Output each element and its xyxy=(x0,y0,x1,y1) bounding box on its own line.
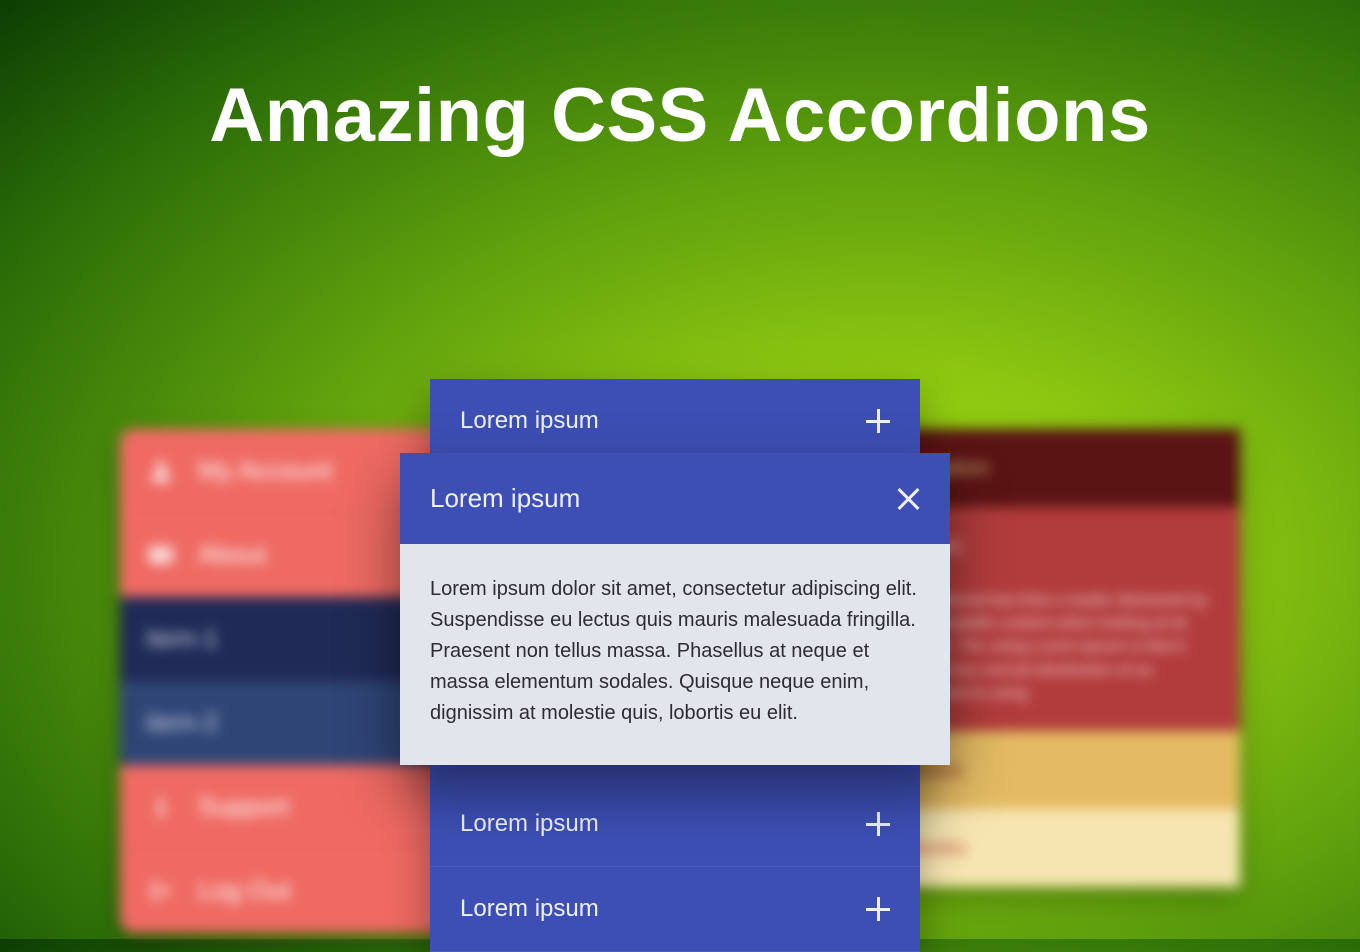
accordion-item-label: Lorem ipsum xyxy=(460,407,599,435)
info-icon xyxy=(146,794,176,820)
plus-icon xyxy=(866,812,890,836)
accordion-item[interactable]: Lorem ipsum xyxy=(430,782,920,867)
logout-icon xyxy=(146,877,176,905)
card-icon xyxy=(146,541,176,569)
accordion-item-label: Lorem ipsum xyxy=(460,810,599,838)
sidebar-item-label: Support xyxy=(198,791,289,822)
accordion-item[interactable]: Lorem ipsum xyxy=(430,867,920,952)
accordion-open-header[interactable]: Lorem ipsum xyxy=(400,453,950,544)
close-icon[interactable] xyxy=(896,487,920,511)
sidebar-item-label: item-2 xyxy=(146,707,218,738)
sidebar-item-label: Log Out xyxy=(198,875,291,906)
plus-icon xyxy=(866,897,890,921)
sidebar-item-label: About xyxy=(198,539,266,570)
user-icon xyxy=(146,457,176,485)
accordion-item[interactable]: Lorem ipsum xyxy=(430,379,920,464)
plus-icon xyxy=(866,409,890,433)
list-item-books[interactable]: Books xyxy=(880,809,1240,887)
accordion-item-label: Lorem ipsum xyxy=(460,895,599,923)
front-accordion-card: Lorem ipsum Lorem ipsum dolor sit amet, … xyxy=(400,453,950,765)
accordion-open-body: Lorem ipsum dolor sit amet, consectetur … xyxy=(400,544,950,765)
sidebar-item-label: item-1 xyxy=(146,623,218,654)
sidebar-item-label: My Account xyxy=(198,455,332,486)
accordion-open-label: Lorem ipsum xyxy=(430,483,580,514)
page-title: Amazing CSS Accordions xyxy=(0,0,1360,159)
stage: My Account About item-1 item-2 Support L… xyxy=(0,159,1360,919)
